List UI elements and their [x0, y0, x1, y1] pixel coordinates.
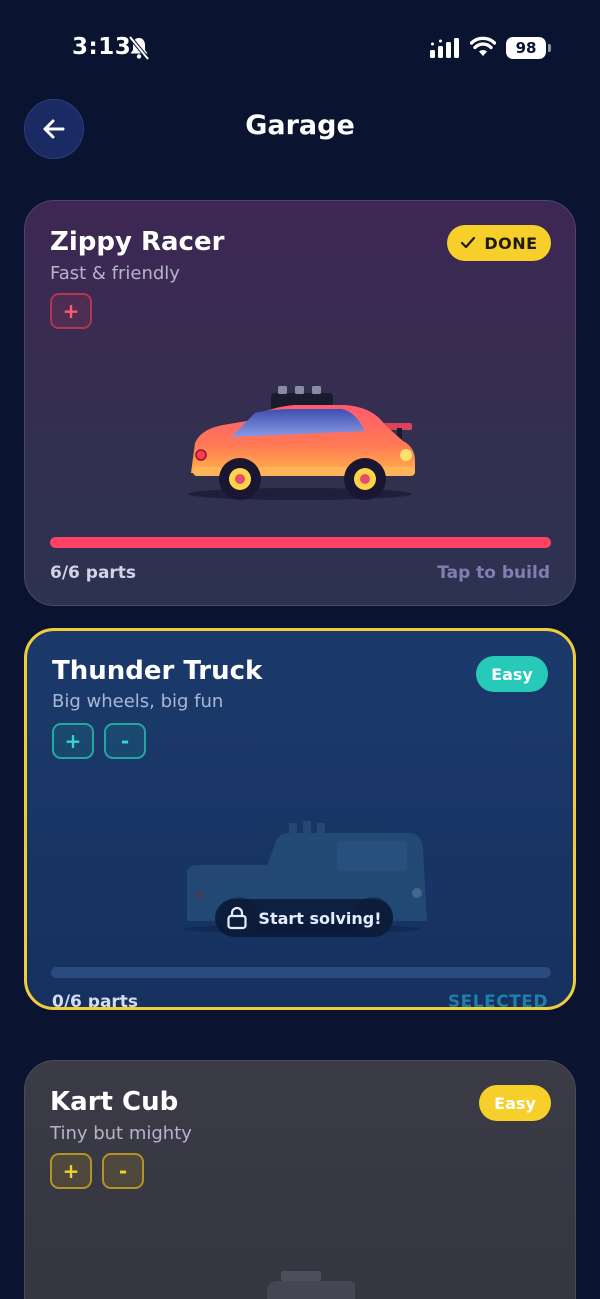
plus-button[interactable]: + [50, 1153, 92, 1189]
car-name: Kart Cub [50, 1087, 179, 1117]
minus-button[interactable]: - [104, 723, 146, 759]
plus-button[interactable]: + [50, 293, 92, 329]
car-subtitle: Big wheels, big fun [52, 691, 224, 712]
difficulty-badge: Easy [479, 1085, 551, 1121]
minus-button[interactable]: - [102, 1153, 144, 1189]
car-card-kart-cub[interactable]: Kart Cub Tiny but mighty Easy + - [24, 1060, 576, 1299]
start-solving-label: Start solving! [258, 908, 382, 928]
status-time: 3:13 [72, 34, 132, 60]
bell-off-icon [128, 36, 150, 60]
parts-count: 0/6 parts [52, 992, 139, 1010]
wifi-icon [470, 36, 496, 56]
signal-icon [430, 38, 459, 58]
garage-screen: 3:13 98 Garage Zippy Racer Fast & friend… [0, 0, 600, 1299]
check-icon [461, 236, 476, 249]
selected-label: SELECTED [447, 992, 548, 1010]
control-row: + [50, 293, 92, 329]
status-bar: 3:13 98 [0, 0, 600, 96]
progress-bar [51, 967, 551, 978]
page-title: Garage [245, 110, 355, 141]
parts-count: 6/6 parts [50, 563, 137, 583]
tap-to-build-link[interactable]: Tap to build [437, 563, 550, 583]
status-badge-label: DONE [484, 233, 538, 253]
car-name: Zippy Racer [50, 227, 225, 257]
car-card-zippy-racer[interactable]: Zippy Racer Fast & friendly DONE + 6/6 p… [24, 200, 576, 606]
progress-bar [50, 537, 551, 548]
car-illustration [188, 386, 415, 500]
plus-button[interactable]: + [52, 723, 94, 759]
car-subtitle: Fast & friendly [50, 263, 180, 284]
control-row: + - [50, 1153, 144, 1189]
battery-icon: 98 [506, 37, 551, 59]
lock-icon [227, 906, 248, 930]
kart-illustration [267, 1271, 355, 1299]
car-name: Thunder Truck [52, 656, 263, 686]
difficulty-badge: Easy [476, 656, 548, 692]
car-subtitle: Tiny but mighty [50, 1123, 192, 1144]
start-solving-button[interactable]: Start solving! [215, 899, 393, 937]
control-row: + - [52, 723, 146, 759]
car-card-thunder-truck[interactable]: Thunder Truck Big wheels, big fun Easy +… [24, 628, 576, 1010]
status-badge: DONE [447, 225, 551, 261]
